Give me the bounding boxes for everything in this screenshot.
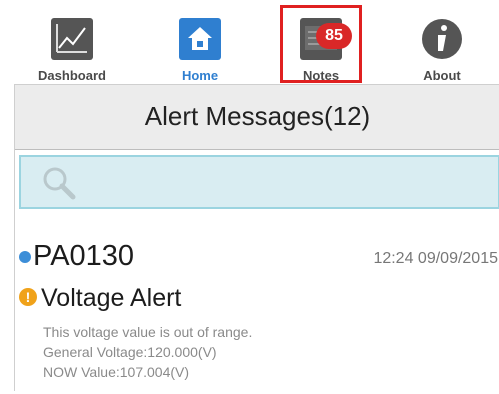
search-bar[interactable] [19,155,499,209]
search-icon [43,167,76,200]
notes-badge: 85 [316,23,352,49]
warning-icon: ! [19,288,37,306]
alert-type: Voltage Alert [41,284,182,312]
chart-icon [51,18,93,60]
tab-home-label: Home [181,68,219,83]
search-input[interactable] [83,167,487,199]
tab-bar: Dashboard Home Notes About 85 [0,0,499,84]
alert-item[interactable]: PA0130 12:24 09/09/2015 ! Voltage Alert … [15,234,499,394]
tab-dashboard[interactable]: Dashboard [22,8,122,84]
alert-description: This voltage value is out of range. [43,324,253,340]
alert-id: PA0130 [33,240,135,272]
alert-header: Alert Messages(12) [15,84,499,150]
tab-home[interactable]: Home [150,8,250,84]
info-icon [422,19,462,59]
tab-about[interactable]: About [392,8,492,84]
home-icon [179,18,221,60]
alert-time: 12:24 09/09/2015 [373,250,498,267]
alert-panel: Alert Messages(12) PA0130 12:24 09/09/20… [14,84,499,391]
alert-general-voltage: General Voltage:120.000(V) [43,344,217,360]
tab-dashboard-label: Dashboard [38,68,106,83]
alert-now-value: NOW Value:107.004(V) [43,364,190,380]
page-title: Alert Messages(12) [144,101,371,131]
tab-about-label: About [423,68,461,83]
status-dot-icon [19,251,31,263]
